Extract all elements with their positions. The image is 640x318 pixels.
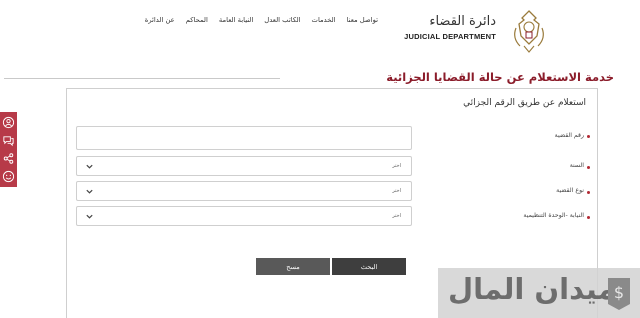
form-heading: استعلام عن طريق الرقم الجزائي <box>463 98 586 108</box>
case-type-label: نوع القضية <box>556 187 584 194</box>
case-type-select-value: اختر <box>392 188 401 194</box>
title-divider <box>4 78 280 79</box>
chat-icon[interactable] <box>2 134 15 147</box>
main-nav: عن الدائرة المحاكم النيابة العامة الكاتب… <box>145 16 378 24</box>
share-icon[interactable] <box>2 152 15 165</box>
chevron-down-icon <box>86 189 93 194</box>
search-button[interactable]: البحث <box>332 258 406 275</box>
required-marker <box>587 216 590 219</box>
brand-name-english: JUDICIAL DEPARTMENT <box>404 32 496 41</box>
case-number-input[interactable] <box>76 126 412 150</box>
prosecution-unit-select-value: اختر <box>392 213 401 219</box>
required-marker <box>587 135 590 138</box>
clear-button[interactable]: مسح <box>256 258 330 275</box>
smiley-icon[interactable] <box>2 170 15 183</box>
year-select[interactable]: اختر <box>76 156 412 176</box>
nav-services[interactable]: الخدمات <box>312 16 336 24</box>
watermark-logo-icon: $ <box>608 278 630 310</box>
user-icon[interactable] <box>2 116 15 129</box>
judicial-emblem-logo <box>514 10 544 53</box>
brand-name-arabic: دائرة القضاء <box>429 14 496 29</box>
floating-toolbar <box>0 112 17 187</box>
nav-courts[interactable]: المحاكم <box>186 16 208 24</box>
svg-text:$: $ <box>614 283 624 302</box>
nav-about[interactable]: عن الدائرة <box>145 16 175 24</box>
year-label: السنة <box>569 162 584 169</box>
page-title: خدمة الاستعلام عن حالة القضايا الجزائية <box>386 70 614 84</box>
chevron-down-icon <box>86 214 93 219</box>
prosecution-unit-select[interactable]: اختر <box>76 206 412 226</box>
required-marker <box>587 166 590 169</box>
case-number-label: رقم القضية <box>554 132 584 139</box>
year-select-value: اختر <box>392 163 401 169</box>
chevron-down-icon <box>86 164 93 169</box>
nav-contact[interactable]: تواصل معنا <box>347 16 378 24</box>
watermark-text: ميدان المال <box>448 272 616 306</box>
nav-public-prosecution[interactable]: النيابة العامة <box>219 16 253 24</box>
prosecution-unit-label: النيابة -الوحدة التنظيمية <box>523 212 584 219</box>
nav-notary[interactable]: الكاتب العدل <box>264 16 300 24</box>
required-marker <box>587 191 590 194</box>
case-type-select[interactable]: اختر <box>76 181 412 201</box>
